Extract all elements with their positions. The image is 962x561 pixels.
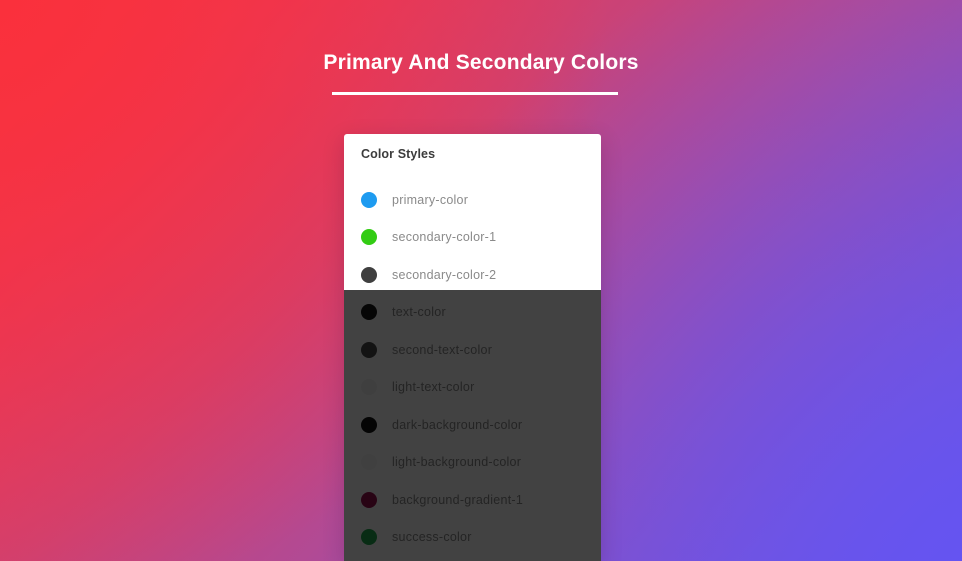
- page-title: Primary And Secondary Colors: [323, 51, 639, 74]
- color-swatch-primary-color: [361, 191, 377, 208]
- color-list-item[interactable]: light-background-color: [344, 444, 601, 482]
- color-swatch-light-text-color: [361, 379, 377, 396]
- color-list-item[interactable]: second-text-color: [344, 331, 601, 369]
- color-list-item-label: second-text-color: [392, 342, 493, 357]
- color-styles-list: primary-color secondary-color-1 secondary-…: [344, 181, 601, 556]
- color-list-item-label: light-background-color: [392, 455, 522, 470]
- color-swatch-secondary-color-2: [361, 266, 377, 283]
- color-swatch-background-gradient-1: [361, 491, 377, 508]
- color-list-item[interactable]: secondary-color-2: [344, 256, 601, 294]
- color-list-item[interactable]: secondary-color-1: [344, 219, 601, 257]
- color-list-item-label: light-text-color: [392, 380, 475, 395]
- color-list-item[interactable]: light-text-color: [344, 369, 601, 407]
- color-list-item[interactable]: text-color: [344, 294, 601, 332]
- color-list-item-label: secondary-color-2: [392, 267, 497, 282]
- color-list-item[interactable]: success-color: [344, 519, 601, 557]
- color-list-item-label: background-gradient-1: [392, 492, 524, 507]
- page-root: Primary And Secondary Colors Color Style…: [0, 0, 962, 561]
- color-styles-card: Color Styles primary-color secondary-colo…: [344, 134, 601, 561]
- color-list-item[interactable]: dark-background-color: [344, 406, 601, 444]
- color-swatch-secondary-color-1: [361, 229, 377, 246]
- color-swatch-dark-background-color: [361, 416, 377, 433]
- color-list-item-label: primary-color: [392, 192, 469, 207]
- color-list-item-label: secondary-color-1: [392, 230, 497, 245]
- color-swatch-success-color: [361, 529, 377, 546]
- color-list-item[interactable]: primary-color: [344, 181, 601, 219]
- color-list-item-label: dark-background-color: [392, 417, 523, 432]
- color-swatch-light-background-color: [361, 454, 377, 471]
- color-list-item[interactable]: background-gradient-1: [344, 481, 601, 519]
- title-underline-divider: [332, 92, 618, 95]
- color-list-item-label: text-color: [392, 305, 446, 320]
- color-swatch-second-text-color: [361, 341, 377, 358]
- card-heading: Color Styles: [361, 147, 436, 161]
- color-list-item-label: success-color: [392, 530, 472, 545]
- color-swatch-text-color: [361, 304, 377, 321]
